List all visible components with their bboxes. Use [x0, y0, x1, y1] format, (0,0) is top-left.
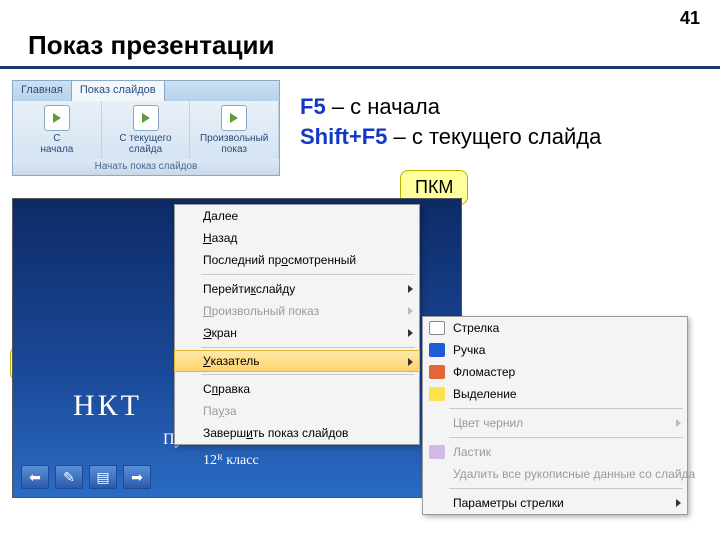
page-number: 41 [680, 8, 700, 29]
submenu-label: Удалить все рукописные данные со слайда [453, 467, 695, 481]
submenu-item[interactable]: Выделение [423, 383, 687, 405]
ribbon-btn-label: С текущего слайда [119, 133, 171, 155]
color-swatch-icon [429, 445, 445, 459]
submenu-item[interactable]: Фломастер [423, 361, 687, 383]
menu-item[interactable]: Далее [175, 205, 419, 227]
menu-separator [449, 437, 683, 438]
color-swatch-icon [429, 365, 445, 379]
menu-separator [449, 488, 683, 489]
submenu-item[interactable]: Стрелка [423, 317, 687, 339]
slide-controls: ⬅ ✎ ▤ ➡ [21, 465, 151, 489]
menu-item[interactable]: Перейти к слайду [175, 278, 419, 300]
menu-item[interactable]: Назад [175, 227, 419, 249]
ribbon-group-caption: Начать показ слайдов [13, 159, 279, 175]
ribbon-tab-slideshow[interactable]: Показ слайдов [72, 81, 165, 101]
menu-separator [449, 408, 683, 409]
shortcut-desc: – с начала [326, 94, 440, 119]
slide-big-text: НКТ [73, 389, 142, 423]
submenu-label: Параметры стрелки [453, 496, 564, 510]
chevron-right-icon [408, 307, 413, 315]
ribbon-btn-custom[interactable]: Произвольный показ [190, 101, 279, 159]
chevron-right-icon [408, 358, 413, 366]
submenu-label: Цвет чернил [453, 416, 523, 430]
submenu-item[interactable]: Параметры стрелки [423, 492, 687, 514]
menu-item: Произвольный показ [175, 300, 419, 322]
ribbon-btn-from-current[interactable]: С текущего слайда [102, 101, 191, 159]
shortcut-text: F5 – с начала Shift+F5 – с текущего слай… [300, 92, 601, 151]
menu-button[interactable]: ▤ [89, 465, 117, 489]
menu-item[interactable]: Последний просмотренный [175, 249, 419, 271]
kbd-f5: F5 [300, 94, 326, 119]
submenu-label: Выделение [453, 387, 517, 401]
submenu-item: Ластик [423, 441, 687, 463]
submenu-label: Фломастер [453, 365, 515, 379]
pen-button[interactable]: ✎ [55, 465, 83, 489]
ribbon-btn-label: С начала [40, 133, 73, 155]
menu-item: Пауза [175, 400, 419, 422]
menu-item[interactable]: Указатель [174, 350, 420, 372]
submenu-item: Цвет чернил [423, 412, 687, 434]
chevron-right-icon [408, 329, 413, 337]
kbd-shift-f5: Shift+F5 [300, 124, 387, 149]
ribbon-btn-label: Произвольный показ [200, 133, 268, 155]
ribbon-tab-home[interactable]: Главная [13, 81, 72, 101]
submenu-item: Удалить все рукописные данные со слайда [423, 463, 687, 485]
context-menu: ДалееНазадПоследний просмотренный Перейти… [174, 204, 420, 445]
color-swatch-icon [429, 387, 445, 401]
submenu-item[interactable]: Ручка [423, 339, 687, 361]
color-swatch-icon [429, 321, 445, 335]
menu-item[interactable]: Завершить показ слайдов [175, 422, 419, 444]
ribbon-btn-from-start[interactable]: С начала [13, 101, 102, 159]
chevron-right-icon [676, 419, 681, 427]
title-rule [0, 66, 720, 69]
submenu-label: Ластик [453, 445, 491, 459]
ribbon: Главная Показ слайдов С начала С текущег… [12, 80, 280, 176]
submenu-label: Ручка [453, 343, 485, 357]
page-title: Показ презентации [28, 30, 274, 61]
ribbon-body: С начала С текущего слайда Произвольный … [13, 101, 279, 159]
prev-slide-button[interactable]: ⬅ [21, 465, 49, 489]
pointer-submenu: Стрелка Ручка Фломастер Выделение Цвет черни… [422, 316, 688, 515]
menu-item[interactable]: Экран [175, 322, 419, 344]
ribbon-tabs: Главная Показ слайдов [13, 81, 279, 101]
play-icon [44, 105, 70, 131]
chevron-right-icon [676, 499, 681, 507]
menu-item[interactable]: Справка [175, 378, 419, 400]
slide-class: 12ᴿ класс [203, 453, 259, 469]
menu-separator [201, 374, 415, 375]
menu-separator [201, 274, 415, 275]
color-swatch-icon [429, 343, 445, 357]
play-icon [221, 105, 247, 131]
menu-separator [201, 347, 415, 348]
chevron-right-icon [408, 285, 413, 293]
shortcut-desc: – с текущего слайда [387, 124, 601, 149]
next-slide-button[interactable]: ➡ [123, 465, 151, 489]
submenu-label: Стрелка [453, 321, 499, 335]
play-icon [133, 105, 159, 131]
